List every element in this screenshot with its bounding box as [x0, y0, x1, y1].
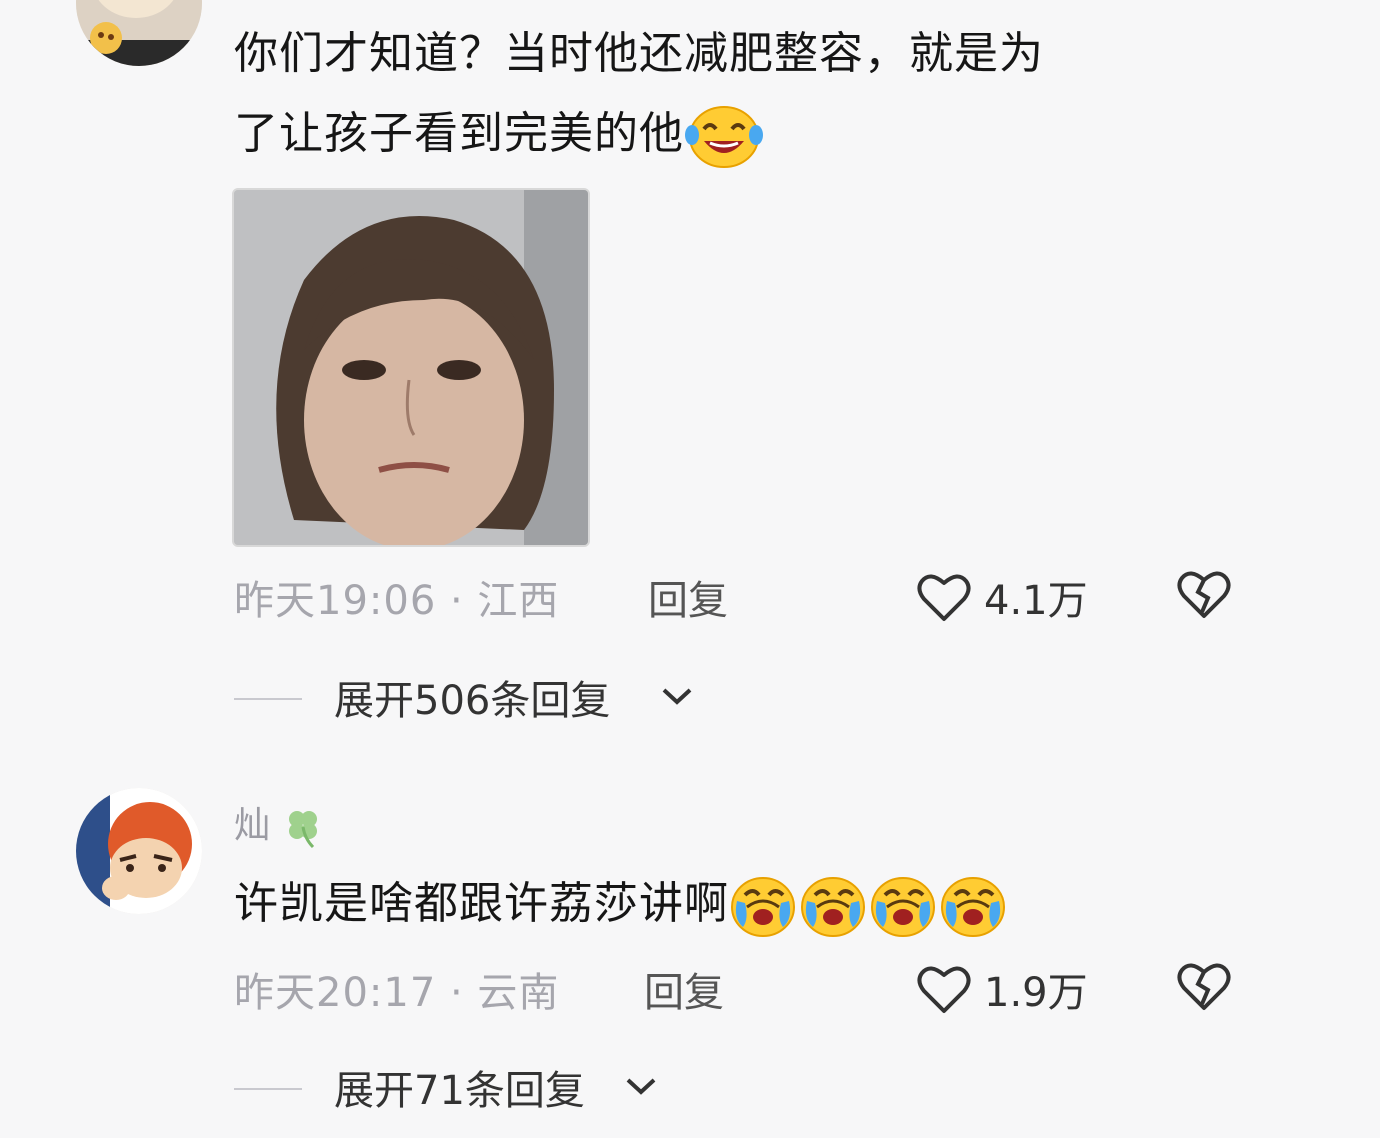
expand-label: 展开506条回复: [334, 678, 611, 724]
comment-meta: 昨天20:17 · 云南 回复 1.9万: [0, 960, 1380, 1020]
chevron-down-icon: [624, 1074, 658, 1098]
like-button[interactable]: 4.1万: [916, 568, 1088, 626]
comment-1: 你们才知道？当时他还减肥整容，就是为 了让孩子看到完美的他 昨天19:06 · …: [0, 0, 1380, 740]
broken-heart-icon: [1176, 568, 1232, 620]
dislike-button[interactable]: [1176, 960, 1232, 1012]
comment-text: 许凯是啥都跟许荔莎讲啊: [234, 864, 1234, 944]
comment-2: 灿 许凯是啥都跟许荔莎讲啊 昨天20:17 · 云南 回复 1.9万 展开71条…: [0, 780, 1380, 1138]
reply-button[interactable]: 回复: [648, 568, 728, 626]
expand-label: 展开71条回复: [334, 1068, 585, 1114]
like-count: 1.9万: [984, 970, 1088, 1016]
username[interactable]: 灿: [234, 796, 325, 849]
dislike-button[interactable]: [1176, 568, 1232, 620]
expand-replies-button[interactable]: 展开71条回复: [0, 1058, 1380, 1118]
laughing-tears-emoji: [684, 103, 763, 169]
crying-emoji-group: [729, 873, 1009, 939]
attached-photo[interactable]: [232, 188, 590, 547]
heart-icon: [916, 963, 972, 1015]
avatar[interactable]: [76, 788, 202, 914]
broken-heart-icon: [1176, 960, 1232, 1012]
clover-icon: [281, 805, 325, 849]
comment-meta: 昨天19:06 · 江西 回复 4.1万: [0, 568, 1380, 628]
divider: [234, 1088, 302, 1090]
heart-icon: [916, 571, 972, 623]
timestamp-location: 昨天19:06 · 江西: [234, 578, 560, 624]
like-count: 4.1万: [984, 578, 1088, 624]
avatar[interactable]: [76, 0, 202, 66]
chevron-down-icon: [660, 684, 694, 708]
divider: [234, 698, 302, 700]
comment-text: 你们才知道？当时他还减肥整容，就是为 了让孩子看到完美的他: [234, 14, 1234, 174]
reply-button[interactable]: 回复: [644, 960, 724, 1018]
timestamp-location: 昨天20:17 · 云南: [234, 970, 560, 1016]
expand-replies-button[interactable]: 展开506条回复: [0, 668, 1380, 728]
like-button[interactable]: 1.9万: [916, 960, 1088, 1018]
